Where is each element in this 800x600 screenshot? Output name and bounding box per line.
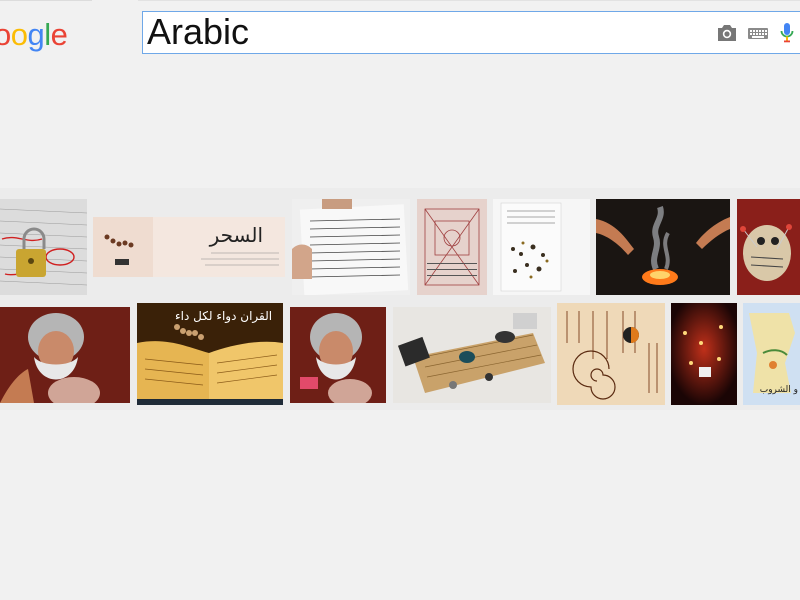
search-box[interactable]: [142, 11, 800, 54]
image-result-12[interactable]: [557, 303, 665, 405]
image-result-1[interactable]: [0, 199, 87, 295]
thumbnail-caption: و الشروب: [759, 385, 798, 395]
image-result-14[interactable]: و الشروب: [743, 303, 800, 405]
top-divider-left: [0, 0, 92, 1]
image-result-13[interactable]: [671, 303, 737, 405]
image-result-3[interactable]: [292, 199, 410, 295]
thumbnail-image: [290, 307, 386, 403]
thumbnail-image: [292, 199, 410, 295]
image-result-5[interactable]: [493, 199, 590, 295]
image-result-8[interactable]: [0, 307, 130, 403]
thumbnail-image: [737, 199, 800, 295]
logo-letter: g: [27, 17, 45, 52]
thumbnail-image: [0, 307, 130, 403]
logo-letter: e: [50, 17, 68, 52]
camera-icon[interactable]: [715, 21, 739, 45]
top-divider-right: [138, 0, 800, 1]
keyboard-icon[interactable]: [747, 21, 769, 45]
thumbnail-image: [417, 199, 487, 295]
logo-letter: o: [10, 17, 28, 52]
thumbnail-caption: القران دواء لكل داء: [175, 309, 273, 323]
logo-letter: o: [0, 17, 11, 52]
image-result-11[interactable]: [393, 307, 551, 403]
image-result-2[interactable]: السحر: [93, 217, 285, 277]
google-logo[interactable]: oogle: [0, 16, 68, 54]
thumbnail-image: [596, 199, 730, 295]
image-result-9[interactable]: القران دواء لكل داء: [137, 303, 283, 405]
thumbnail-image: [493, 199, 590, 295]
search-input[interactable]: [147, 14, 687, 50]
thumbnail-image: [557, 303, 665, 405]
image-result-7[interactable]: [737, 199, 800, 295]
thumbnail-image: [393, 307, 551, 403]
thumbnail-image: [671, 303, 737, 405]
image-result-6[interactable]: [596, 199, 730, 295]
image-result-10[interactable]: [290, 307, 386, 403]
thumbnail-image: [0, 199, 87, 295]
microphone-icon[interactable]: [779, 21, 795, 45]
thumbnail-caption: السحر: [209, 223, 263, 247]
image-result-4[interactable]: [417, 199, 487, 295]
